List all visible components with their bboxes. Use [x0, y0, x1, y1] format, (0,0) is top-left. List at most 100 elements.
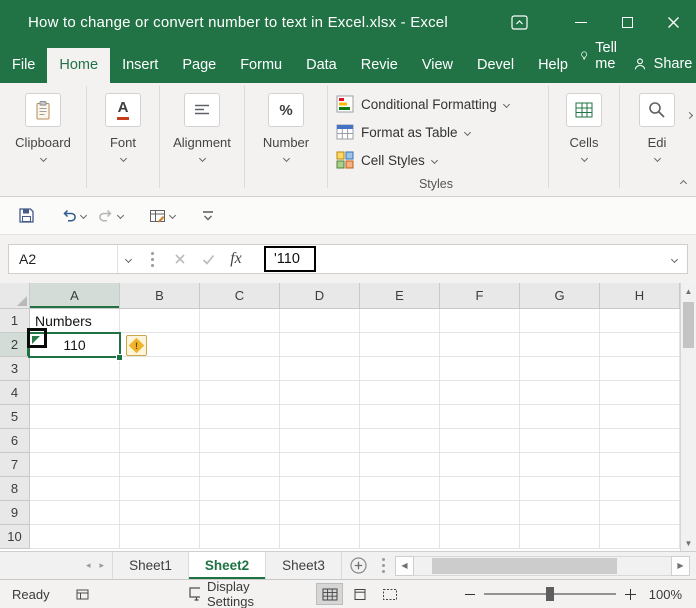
ribbon-group-clipboard[interactable]: Clipboard: [0, 83, 86, 196]
tab-formulas[interactable]: Formu: [228, 48, 294, 83]
format-as-table-button[interactable]: Format as Table: [336, 118, 548, 146]
row-header-1[interactable]: 1: [0, 309, 30, 333]
view-normal-button[interactable]: [316, 583, 343, 605]
tell-me-button[interactable]: Tell me: [580, 40, 633, 83]
cell-D9[interactable]: [280, 501, 360, 525]
scroll-up-icon[interactable]: ▲: [681, 283, 696, 299]
cell-D8[interactable]: [280, 477, 360, 501]
cell-F9[interactable]: [440, 501, 520, 525]
fill-handle[interactable]: [116, 354, 123, 361]
cell-G6[interactable]: [520, 429, 600, 453]
ribbon-display-options-button[interactable]: [496, 0, 542, 44]
cell-H7[interactable]: [600, 453, 680, 477]
cell-D3[interactable]: [280, 357, 360, 381]
scroll-down-icon[interactable]: ▼: [681, 535, 696, 551]
cell-A6[interactable]: [30, 429, 120, 453]
zoom-level-label[interactable]: 100%: [642, 587, 682, 602]
cell-F2[interactable]: [440, 333, 520, 357]
cell-G8[interactable]: [520, 477, 600, 501]
cell-E4[interactable]: [360, 381, 440, 405]
name-box[interactable]: A2: [9, 245, 117, 273]
cell-E7[interactable]: [360, 453, 440, 477]
ribbon-group-cells[interactable]: Cells: [549, 83, 619, 196]
cell-G7[interactable]: [520, 453, 600, 477]
tab-sheet2[interactable]: Sheet2: [188, 552, 267, 579]
row-header-5[interactable]: 5: [0, 405, 30, 429]
cell-B4[interactable]: [120, 381, 200, 405]
column-header-A[interactable]: A: [30, 283, 120, 309]
column-header-G[interactable]: G: [520, 283, 600, 309]
tab-review[interactable]: Revie: [349, 48, 410, 83]
cell-G5[interactable]: [520, 405, 600, 429]
column-header-C[interactable]: C: [200, 283, 280, 309]
cell-A3[interactable]: [30, 357, 120, 381]
cancel-button[interactable]: [166, 253, 194, 265]
cell-B3[interactable]: [120, 357, 200, 381]
tab-sheet1[interactable]: Sheet1: [112, 552, 189, 579]
enter-button[interactable]: [194, 254, 222, 265]
touch-mouse-mode-button[interactable]: [143, 203, 181, 229]
sheet-options-icon[interactable]: [381, 564, 385, 567]
vertical-scrollbar-thumb[interactable]: [683, 302, 694, 348]
cell-A9[interactable]: [30, 501, 120, 525]
cell-G3[interactable]: [520, 357, 600, 381]
cell-G4[interactable]: [520, 381, 600, 405]
row-header-9[interactable]: 9: [0, 501, 30, 525]
cell-B8[interactable]: [120, 477, 200, 501]
cell-C6[interactable]: [200, 429, 280, 453]
horizontal-scrollbar[interactable]: ◀ ▶: [394, 555, 690, 576]
cell-H8[interactable]: [600, 477, 680, 501]
undo-button[interactable]: [55, 203, 92, 229]
zoom-slider[interactable]: [484, 587, 616, 601]
ribbon-group-number[interactable]: % Number: [245, 83, 327, 196]
macro-record-icon[interactable]: [76, 589, 89, 600]
cell-F6[interactable]: [440, 429, 520, 453]
expand-formula-bar-button[interactable]: [661, 255, 687, 263]
cell-F10[interactable]: [440, 525, 520, 549]
cell-A4[interactable]: [30, 381, 120, 405]
tab-sheet3[interactable]: Sheet3: [266, 552, 342, 579]
tab-file[interactable]: File: [0, 48, 47, 83]
maximize-button[interactable]: [604, 0, 650, 44]
cell-E9[interactable]: [360, 501, 440, 525]
tab-help[interactable]: Help: [526, 48, 580, 83]
ribbon-group-alignment[interactable]: Alignment: [160, 83, 244, 196]
display-settings-button[interactable]: Display Settings: [188, 579, 278, 608]
cell-F3[interactable]: [440, 357, 520, 381]
zoom-in-icon[interactable]: [625, 588, 636, 600]
horizontal-scrollbar-track[interactable]: [413, 555, 671, 576]
view-page-break-button[interactable]: [376, 583, 403, 605]
cell-D6[interactable]: [280, 429, 360, 453]
cell-E2[interactable]: [360, 333, 440, 357]
cell-C3[interactable]: [200, 357, 280, 381]
sheet-nav-left-icon[interactable]: ◂: [86, 560, 91, 571]
cell-H2[interactable]: [600, 333, 680, 357]
cell-C2[interactable]: [200, 333, 280, 357]
cell-G9[interactable]: [520, 501, 600, 525]
row-header-2[interactable]: 2: [0, 333, 30, 357]
cell-D2[interactable]: [280, 333, 360, 357]
close-button[interactable]: [650, 0, 696, 44]
cell-H10[interactable]: [600, 525, 680, 549]
cell-H5[interactable]: [600, 405, 680, 429]
formula-input[interactable]: '110: [250, 245, 687, 273]
vertical-scrollbar[interactable]: ▲ ▼: [680, 283, 696, 551]
sheet-nav-right-icon[interactable]: ▸: [100, 560, 105, 571]
cell-C7[interactable]: [200, 453, 280, 477]
cell-E3[interactable]: [360, 357, 440, 381]
cell-B10[interactable]: [120, 525, 200, 549]
row-header-4[interactable]: 4: [0, 381, 30, 405]
tab-view[interactable]: View: [410, 48, 465, 83]
cell-H9[interactable]: [600, 501, 680, 525]
cell-G10[interactable]: [520, 525, 600, 549]
cell-C10[interactable]: [200, 525, 280, 549]
cell-styles-button[interactable]: Cell Styles: [336, 146, 548, 174]
row-header-10[interactable]: 10: [0, 525, 30, 549]
column-header-B[interactable]: B: [120, 283, 200, 309]
cell-C5[interactable]: [200, 405, 280, 429]
cell-H4[interactable]: [600, 381, 680, 405]
cell-E6[interactable]: [360, 429, 440, 453]
cell-E1[interactable]: [360, 309, 440, 333]
row-header-8[interactable]: 8: [0, 477, 30, 501]
cell-D10[interactable]: [280, 525, 360, 549]
